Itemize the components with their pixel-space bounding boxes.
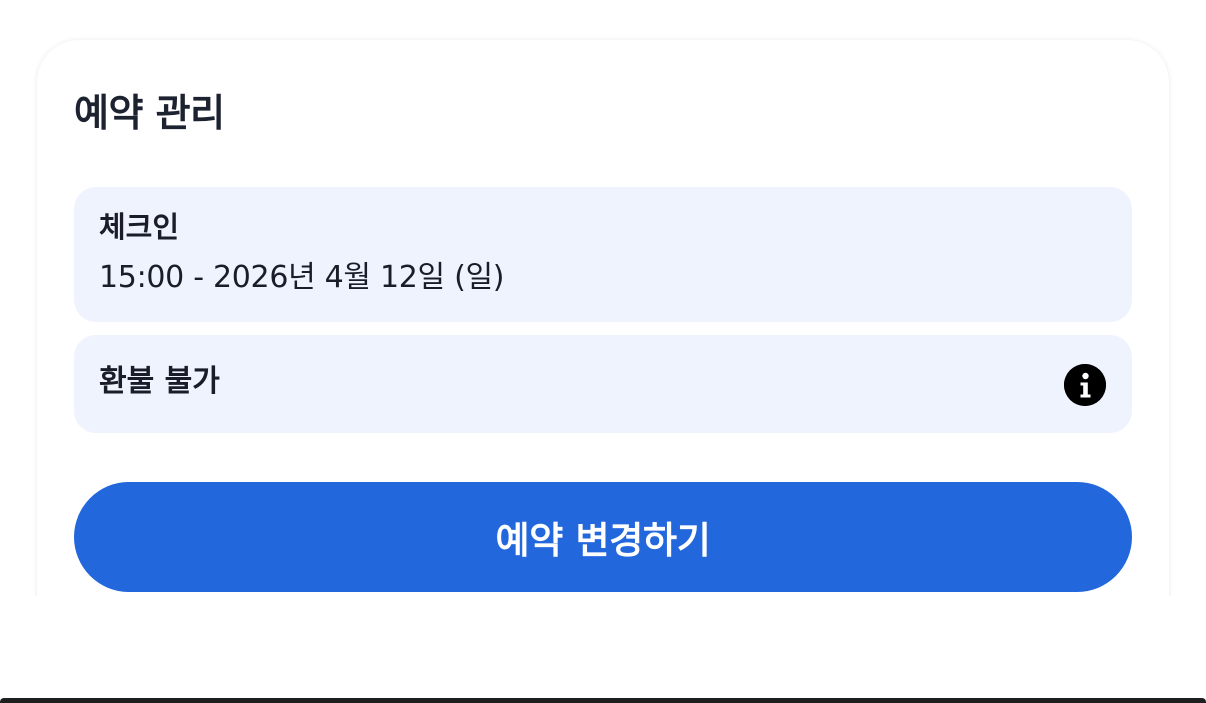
booking-management-card: 예약 관리 체크인 15:00 - 2026년 4월 12일 (일) 환불 불가…	[37, 40, 1169, 596]
window-bottom-edge	[0, 698, 1206, 703]
checkin-datetime: 15:00 - 2026년 4월 12일 (일)	[99, 260, 505, 295]
page: 예약 관리 체크인 15:00 - 2026년 4월 12일 (일) 환불 불가…	[0, 0, 1206, 703]
change-booking-button[interactable]: 예약 변경하기	[74, 482, 1132, 592]
info-icon[interactable]	[1064, 364, 1106, 406]
card-viewport: 예약 관리 체크인 15:00 - 2026년 4월 12일 (일) 환불 불가…	[20, 20, 1186, 596]
card-title: 예약 관리	[74, 91, 225, 135]
refund-policy-label: 환불 불가	[99, 364, 220, 399]
refund-policy-box: 환불 불가	[74, 335, 1132, 433]
checkin-info-box: 체크인 15:00 - 2026년 4월 12일 (일)	[74, 187, 1132, 322]
checkin-label: 체크인	[99, 210, 180, 244]
